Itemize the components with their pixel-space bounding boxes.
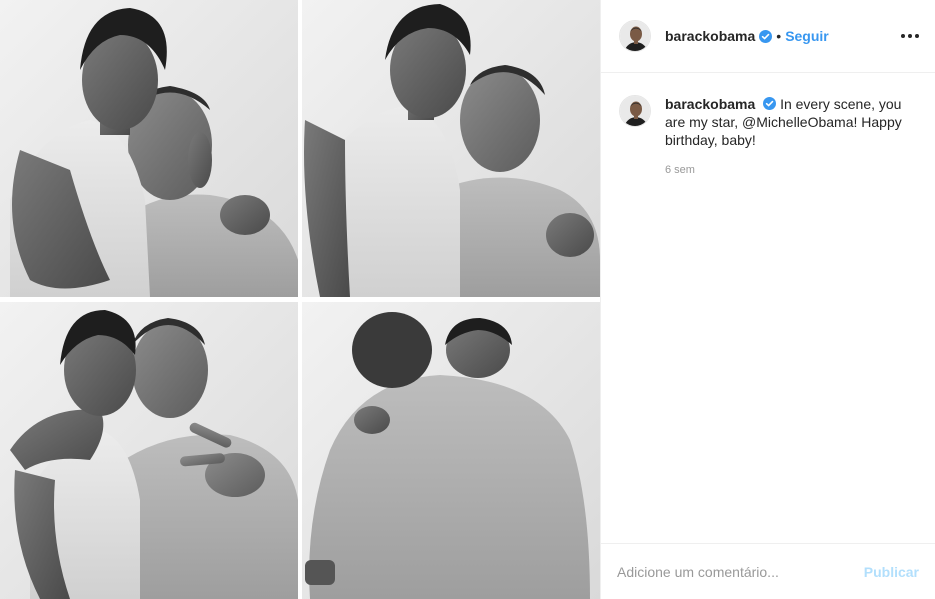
avatar-image [620, 96, 650, 126]
caption-text: barackobama In every scene, you are my s… [665, 95, 915, 179]
more-options-icon[interactable] [901, 26, 919, 46]
header-username[interactable]: barackobama [665, 28, 755, 44]
post-header: barackobama • Seguir [601, 0, 935, 73]
post-timestamp[interactable]: 6 sem [665, 161, 915, 179]
avatar[interactable] [619, 20, 651, 52]
more-dot [915, 34, 919, 38]
caption: barackobama In every scene, you are my s… [601, 73, 935, 179]
photo-panel-1 [0, 0, 298, 297]
publish-button[interactable]: Publicar [864, 564, 919, 580]
avatar-image [620, 21, 650, 51]
photo-booth-grid [0, 0, 600, 599]
instagram-post: barackobama • Seguir barackobama In ever… [0, 0, 935, 599]
post-photo[interactable] [0, 0, 600, 599]
follow-button[interactable]: Seguir [785, 28, 829, 44]
photo-panel-3 [0, 302, 298, 599]
caption-username[interactable]: barackobama [665, 96, 755, 112]
comment-bar: Publicar [601, 543, 935, 599]
post-sidebar: barackobama • Seguir barackobama In ever… [600, 0, 935, 599]
verified-badge-icon [763, 97, 777, 110]
header-separator: • [776, 28, 782, 44]
photo-panel-4 [302, 302, 600, 599]
verified-badge-icon [759, 29, 773, 43]
photo-panel-2 [302, 0, 600, 297]
caption-avatar[interactable] [619, 95, 651, 127]
more-dot [901, 34, 905, 38]
more-dot [908, 34, 912, 38]
comment-input[interactable] [617, 563, 864, 580]
